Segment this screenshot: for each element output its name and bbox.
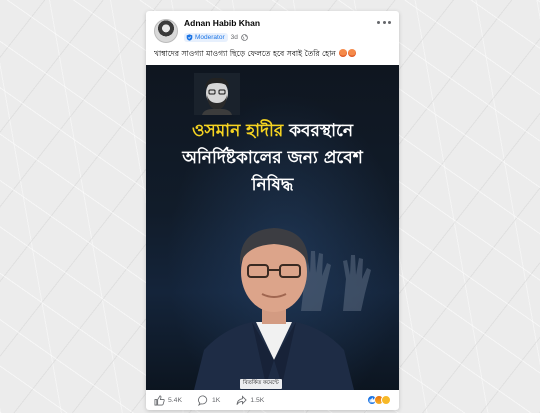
share-arrow-icon [236, 394, 247, 405]
post-timestamp[interactable]: 3d [231, 34, 238, 41]
headline-line-1-rest: কবরস্থানে [289, 121, 353, 141]
share-button[interactable]: 1.5K [236, 394, 265, 406]
bearded-man-inset-photo [194, 73, 240, 115]
post-image[interactable]: ওসমান হাদীর কবরস্থানে অনির্দিষ্টকালের জন… [146, 65, 399, 390]
author-name[interactable]: Adnan Habib Khan [184, 18, 260, 28]
author-avatar[interactable] [154, 19, 178, 43]
thumbs-up-icon [154, 395, 165, 405]
comment-button[interactable]: 1K [198, 395, 220, 406]
globe-icon [241, 33, 248, 41]
photo-credit-label: বিতর্কিত কমেন্টে [240, 379, 282, 389]
moderator-badge: Moderator [184, 32, 228, 42]
moderator-shield-icon [186, 33, 193, 41]
like-count: 5.4K [168, 396, 182, 404]
headline-line-2: অনির্দিষ্টকালের জন্য প্রবেশ [182, 148, 363, 168]
facebook-post-card: Adnan Habib Khan Moderator 3d খাম্বাদের … [146, 11, 399, 410]
like-button[interactable]: 5.4K [154, 395, 182, 406]
moderator-badge-label: Moderator [195, 33, 225, 41]
headline-highlight: ওসমান হাদীর [192, 121, 284, 141]
share-count: 1.5K [250, 396, 265, 404]
angry-face-emoji [339, 49, 348, 57]
post-meta: Moderator 3d [184, 31, 248, 43]
comment-count: 1K [211, 396, 221, 404]
comment-bubble-icon [198, 395, 208, 406]
man-in-suit-portrait [194, 228, 354, 390]
haha-reaction-icon [381, 395, 391, 405]
caption-text: খাম্বাদের সাওগ্যা মাওগ্যা ছিড়ে ফেলতে হব… [154, 49, 336, 58]
headline-line-1: ওসমান হাদীর কবরস্থানে [146, 118, 399, 146]
post-actions-bar: 5.4K 1K 1.5K [146, 390, 399, 410]
more-options-icon[interactable] [377, 18, 391, 26]
headline-line-3: নিষিদ্ধ [251, 175, 294, 195]
post-caption: খাম্বাদের সাওগ্যা মাওগ্যা ছিড়ে ফেলতে হব… [154, 48, 394, 60]
angry-face-emoji [348, 49, 357, 57]
post-header: Adnan Habib Khan Moderator 3d [146, 11, 399, 53]
reaction-summary[interactable] [367, 395, 391, 405]
